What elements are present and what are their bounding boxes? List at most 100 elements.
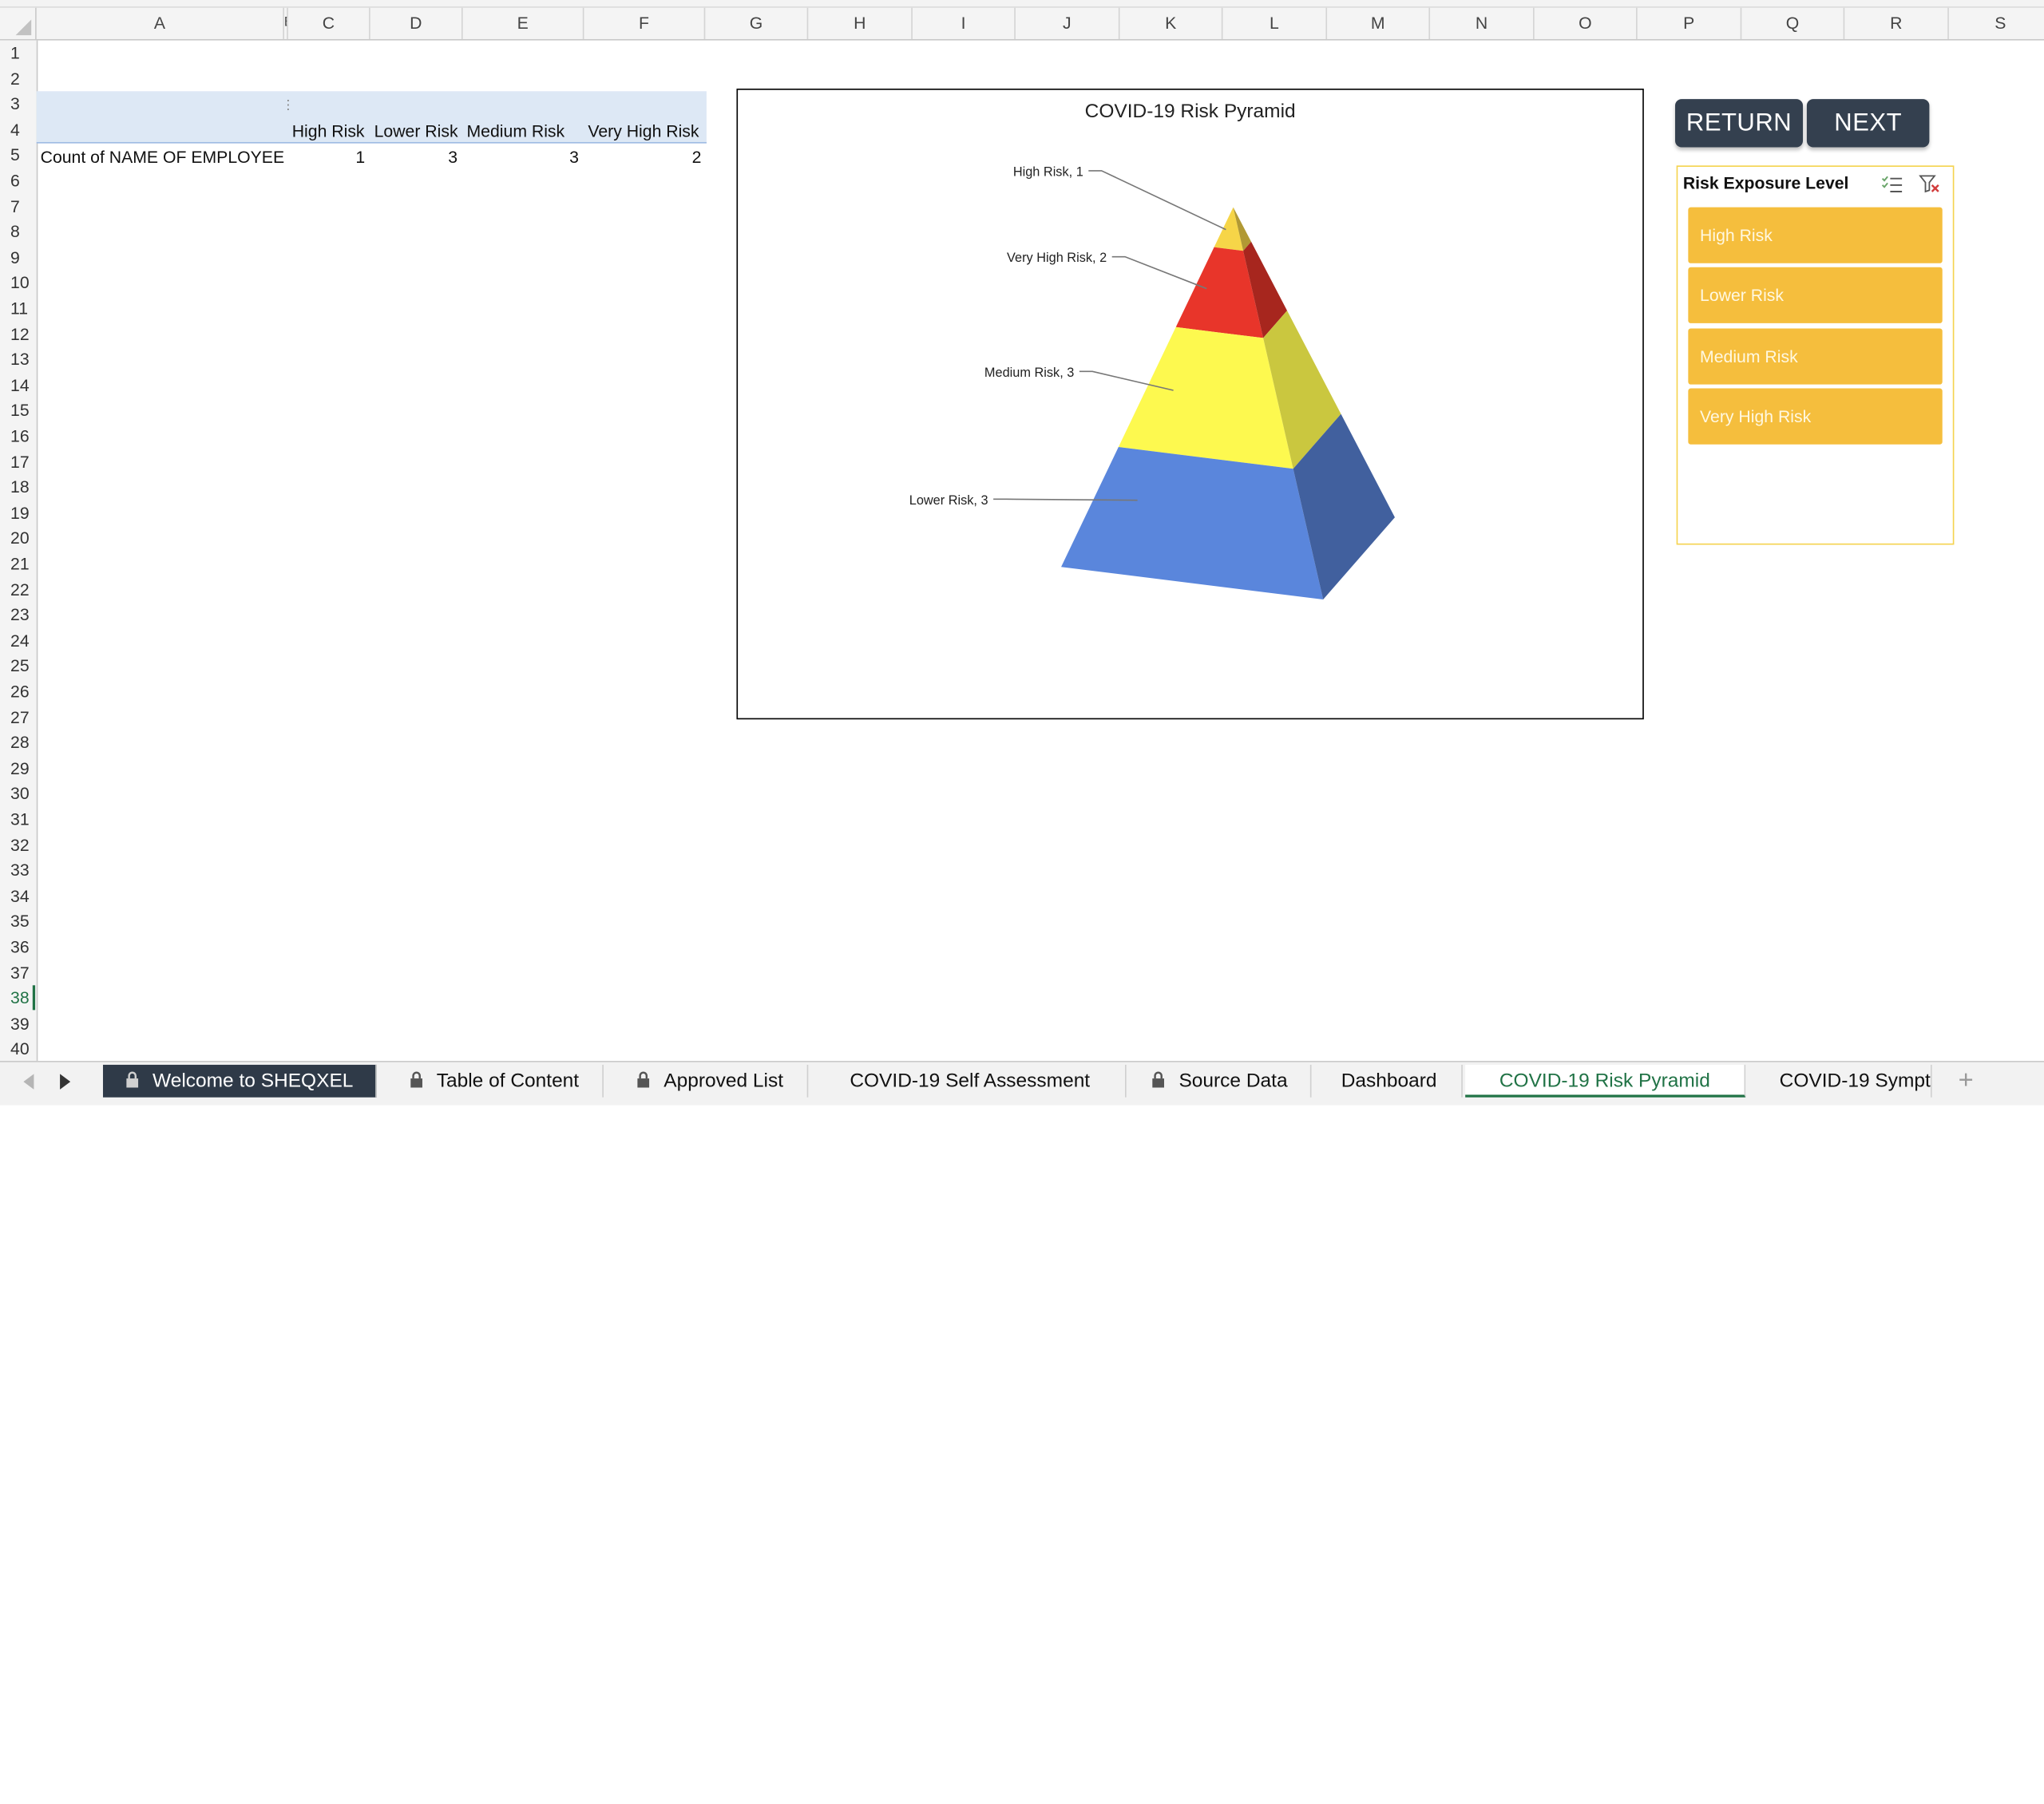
col-header-d[interactable]: D — [370, 7, 463, 39]
toolbar-strip — [0, 0, 2044, 8]
slicer-item-high-risk[interactable]: High Risk — [1688, 207, 1943, 263]
row-header[interactable]: 26 — [0, 679, 35, 705]
col-header-c[interactable]: C — [288, 7, 370, 39]
tab-dashboard[interactable]: Dashboard — [1317, 1064, 1463, 1098]
multi-select-icon[interactable] — [1881, 175, 1903, 194]
row-header[interactable]: 37 — [0, 960, 35, 986]
spreadsheet-window: A B C D E F G H I J K L M N O P Q R S 12… — [0, 0, 2044, 1106]
scroll-right-icon[interactable] — [58, 1074, 71, 1090]
col-header-e[interactable]: E — [463, 7, 584, 39]
slicer-title: Risk Exposure Level — [1682, 173, 1849, 193]
pivot-col-header[interactable]: Very High Risk — [588, 121, 699, 140]
row-header[interactable]: 17 — [0, 449, 35, 475]
row-header[interactable]: 30 — [0, 781, 35, 807]
slicer-item-medium-risk[interactable]: Medium Risk — [1688, 328, 1943, 385]
col-header-o[interactable]: O — [1535, 7, 1638, 39]
row-header[interactable]: 20 — [0, 526, 35, 552]
row-header[interactable]: 23 — [0, 603, 35, 628]
row-header[interactable]: 25 — [0, 654, 35, 679]
risk-pyramid-chart[interactable]: COVID-19 Risk Pyramid High Risk, 1 Very H… — [736, 89, 1644, 720]
row-header[interactable]: 16 — [0, 424, 35, 449]
row-header[interactable]: 8 — [0, 220, 35, 245]
return-button[interactable]: RETURN — [1675, 99, 1804, 148]
tab-table-of-content[interactable]: Table of Content — [386, 1064, 604, 1098]
pivot-value[interactable]: 3 — [370, 147, 458, 166]
row-header[interactable]: 13 — [0, 347, 35, 373]
select-all-corner[interactable] — [0, 7, 37, 39]
lock-icon — [410, 1071, 422, 1088]
pyramid-layer-front[interactable] — [1061, 447, 1324, 600]
row-header[interactable]: 1 — [0, 41, 35, 66]
row-header[interactable]: 18 — [0, 475, 35, 500]
row-header[interactable]: 7 — [0, 194, 35, 220]
col-header-i[interactable]: I — [913, 7, 1016, 39]
row-header[interactable]: 9 — [0, 245, 35, 271]
row-header[interactable]: 5 — [0, 143, 35, 168]
row-header[interactable]: 2 — [0, 66, 35, 92]
pivot-col-header[interactable]: Lower Risk — [374, 121, 458, 140]
pivot-row-label[interactable]: Count of NAME OF EMPLOYEE — [41, 147, 285, 166]
pivot-value[interactable]: 2 — [584, 147, 702, 166]
row-header[interactable]: 3 — [0, 92, 35, 117]
next-button[interactable]: NEXT — [1806, 99, 1930, 148]
row-header[interactable]: 14 — [0, 373, 35, 398]
col-header-m[interactable]: M — [1327, 7, 1431, 39]
row-header[interactable]: 35 — [0, 909, 35, 935]
row-header[interactable]: 10 — [0, 271, 35, 296]
col-header-n[interactable]: N — [1430, 7, 1535, 39]
tab-self-assessment[interactable]: COVID-19 Self Assessment — [814, 1064, 1127, 1098]
row-header[interactable]: 40 — [0, 1037, 35, 1062]
col-header-k[interactable]: K — [1119, 7, 1223, 39]
scroll-left-icon[interactable] — [22, 1074, 35, 1090]
row-header[interactable]: 36 — [0, 935, 35, 960]
row-header[interactable]: 39 — [0, 1011, 35, 1037]
tab-welcome[interactable]: Welcome to SHEQXEL — [102, 1064, 377, 1098]
data-label-leader — [1088, 170, 1226, 231]
column-header-bar: A B C D E F G H I J K L M N O P Q R S — [0, 7, 2044, 41]
slicer-item-lower-risk[interactable]: Lower Risk — [1688, 267, 1943, 323]
clear-filter-icon[interactable] — [1919, 175, 1941, 194]
row-header[interactable]: 31 — [0, 807, 35, 833]
tab-symptoms[interactable]: COVID-19 Sympt — [1748, 1064, 1932, 1098]
row-header[interactable]: 33 — [0, 858, 35, 884]
pivot-value[interactable]: 1 — [288, 147, 365, 166]
row-header[interactable]: 4 — [0, 117, 35, 143]
pivot-col-header[interactable]: Medium Risk — [467, 121, 565, 140]
row-header[interactable]: 22 — [0, 577, 35, 603]
col-header-r[interactable]: R — [1844, 7, 1949, 39]
lock-icon — [1152, 1071, 1165, 1088]
col-header-f[interactable]: F — [584, 7, 706, 39]
col-header-j[interactable]: J — [1016, 7, 1120, 39]
row-header[interactable]: 19 — [0, 500, 35, 526]
col-header-g[interactable]: G — [705, 7, 809, 39]
row-header[interactable]: 28 — [0, 730, 35, 756]
col-header-s[interactable]: S — [1949, 8, 2044, 39]
col-header-q[interactable]: Q — [1741, 7, 1845, 39]
row-header[interactable]: 32 — [0, 833, 35, 858]
risk-exposure-slicer[interactable]: Risk Exposure Level High Risk Lower Risk… — [1676, 165, 1955, 545]
col-header-l[interactable]: L — [1222, 7, 1328, 39]
row-header[interactable]: 21 — [0, 552, 35, 577]
tab-source-data[interactable]: Source Data — [1129, 1064, 1312, 1098]
col-header-a[interactable]: A — [37, 7, 284, 39]
row-header[interactable]: 11 — [0, 296, 35, 322]
tab-risk-pyramid[interactable]: COVID-19 Risk Pyramid — [1465, 1064, 1746, 1098]
data-label: Medium Risk, 3 — [984, 366, 1074, 380]
col-header-p[interactable]: P — [1638, 7, 1742, 39]
row-header[interactable]: 27 — [0, 705, 35, 730]
row-header[interactable]: 29 — [0, 756, 35, 781]
row-header[interactable]: 24 — [0, 628, 35, 654]
pivot-filter-icon[interactable]: ⋮ — [282, 99, 295, 113]
tab-approved-list[interactable]: Approved List — [612, 1064, 809, 1098]
slicer-item-very-high-risk[interactable]: Very High Risk — [1688, 388, 1943, 445]
row-header[interactable]: 34 — [0, 884, 35, 909]
row-header[interactable]: 15 — [0, 398, 35, 424]
row-header[interactable]: 12 — [0, 322, 35, 347]
tab-label: Welcome to SHEQXEL — [153, 1070, 354, 1093]
row-header[interactable]: 38 — [0, 986, 35, 1011]
add-sheet-button[interactable]: + — [1947, 1065, 1984, 1098]
pivot-value[interactable]: 3 — [463, 147, 579, 166]
col-header-h[interactable]: H — [808, 7, 913, 39]
row-header[interactable]: 6 — [0, 168, 35, 194]
pivot-col-header[interactable]: High Risk — [292, 121, 365, 140]
